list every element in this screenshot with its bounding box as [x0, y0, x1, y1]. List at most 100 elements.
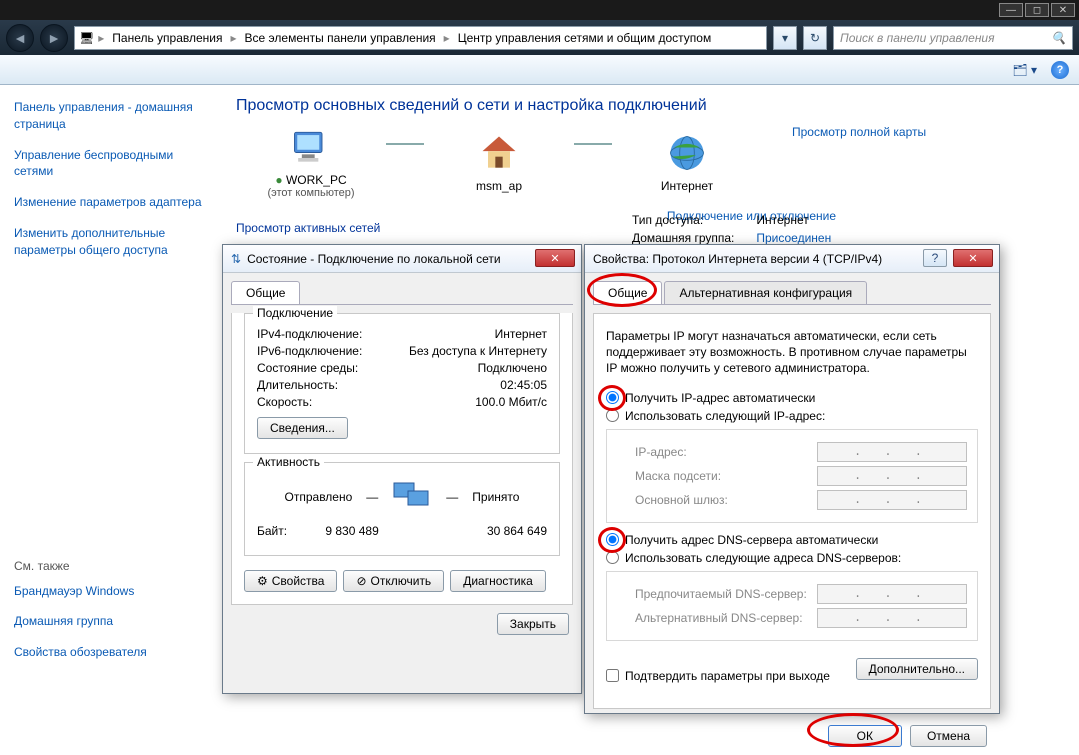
- see-also-firewall[interactable]: Брандмауэр Windows: [14, 583, 204, 600]
- forward-button[interactable]: ►: [40, 24, 68, 52]
- house-icon: [477, 131, 521, 175]
- organize-icon[interactable]: 🗂 ▾: [1012, 63, 1037, 77]
- tab-general[interactable]: Общие: [231, 281, 300, 304]
- node-label: WORK_PC: [286, 173, 347, 187]
- media-value: Подключено: [478, 361, 547, 375]
- see-also-homegroup[interactable]: Домашняя группа: [14, 613, 204, 630]
- sidebar-link-sharing[interactable]: Изменить дополнительные параметры общего…: [14, 225, 204, 259]
- gw-label: Основной шлюз:: [635, 493, 728, 507]
- dialog-tabs: Общие: [231, 281, 573, 305]
- radio-input[interactable]: [606, 409, 619, 422]
- address-bar: ◄ ► 🖥 ▸ Панель управления ▸ Все элементы…: [0, 20, 1079, 55]
- ok-button[interactable]: ОК: [828, 725, 902, 747]
- access-type-label: Тип доступа:: [622, 212, 744, 228]
- control-panel-icon: 🖥: [79, 31, 94, 45]
- sidebar-link-adapter[interactable]: Изменение параметров адаптера: [14, 194, 204, 211]
- node-router[interactable]: msm_ap: [424, 131, 574, 193]
- dash-icon: —: [366, 490, 378, 504]
- gateway-input: . . .: [817, 490, 967, 510]
- ipv4-value: Интернет: [495, 327, 547, 341]
- status-dialog: ⇅ Состояние - Подключение по локальной с…: [222, 244, 582, 694]
- search-input[interactable]: Поиск в панели управления 🔍: [833, 26, 1073, 50]
- view-full-map-link[interactable]: Просмотр полной карты: [792, 125, 926, 139]
- dialog-help-button[interactable]: ?: [923, 249, 947, 267]
- dns2-input: . . .: [817, 608, 967, 628]
- maximize-button[interactable]: ◻: [1025, 3, 1049, 17]
- sidebar-link-wireless[interactable]: Управление беспроводными сетями: [14, 147, 204, 181]
- radio-dns-manual[interactable]: Использовать следующие адреса DNS-сервер…: [606, 551, 978, 565]
- details-button[interactable]: Сведения...: [257, 417, 348, 439]
- help-button[interactable]: ?: [1051, 61, 1069, 79]
- dialog-close-button[interactable]: ✕: [953, 249, 993, 267]
- globe-small-icon: ●: [275, 173, 282, 187]
- globe-icon: [665, 131, 709, 175]
- monitors-icon: [392, 479, 432, 514]
- tab-general[interactable]: Общие: [593, 281, 662, 304]
- active-networks-label: Просмотр активных сетей: [236, 221, 380, 235]
- info-text: Параметры IP могут назначаться автоматич…: [606, 328, 978, 377]
- checkbox-input[interactable]: [606, 669, 619, 682]
- radio-input[interactable]: [606, 551, 619, 564]
- ip-label: IP-адрес:: [635, 445, 687, 459]
- dialog-title: Состояние - Подключение по локальной сет…: [247, 252, 501, 266]
- dialog-close-button[interactable]: ✕: [535, 249, 575, 267]
- breadcrumb[interactable]: 🖥 ▸ Панель управления ▸ Все элементы пан…: [74, 26, 767, 50]
- radio-dns-auto[interactable]: Получить адрес DNS-сервера автоматически: [606, 533, 978, 547]
- close-dialog-button[interactable]: Закрыть: [497, 613, 569, 635]
- dropdown-icon[interactable]: ▾: [773, 26, 797, 50]
- checkbox-label: Подтвердить параметры при выходе: [625, 669, 830, 683]
- speed-value: 100.0 Мбит/c: [475, 395, 547, 409]
- crumb-all-items[interactable]: Все элементы панели управления: [241, 31, 440, 45]
- ipv6-value: Без доступа к Интернету: [409, 344, 547, 358]
- network-map: ● WORK_PC (этот компьютер) msm_ap Интерн…: [236, 125, 762, 199]
- mask-input: . . .: [817, 466, 967, 486]
- cancel-button[interactable]: Отмена: [910, 725, 987, 747]
- toolbar: 🗂 ▾ ?: [0, 55, 1079, 85]
- properties-button[interactable]: ⚙Свойства: [244, 570, 337, 592]
- ipv6-label: IPv6-подключение:: [257, 344, 362, 358]
- dns1-label: Предпочитаемый DNS-сервер:: [635, 587, 807, 601]
- search-placeholder: Поиск в панели управления: [840, 31, 995, 45]
- radio-input[interactable]: [606, 533, 619, 546]
- disable-button[interactable]: ⊘Отключить: [343, 570, 444, 592]
- see-also-internet-options[interactable]: Свойства обозревателя: [14, 644, 204, 661]
- validate-checkbox[interactable]: Подтвердить параметры при выходе: [606, 669, 830, 683]
- node-internet[interactable]: Интернет: [612, 131, 762, 193]
- node-label: msm_ap: [476, 179, 522, 193]
- refresh-button[interactable]: ↻: [803, 26, 827, 50]
- dialog-titlebar[interactable]: Свойства: Протокол Интернета версии 4 (T…: [585, 245, 999, 273]
- crumb-network-center[interactable]: Центр управления сетями и общим доступом: [454, 31, 716, 45]
- radio-input[interactable]: [606, 391, 619, 404]
- sidebar: Панель управления - домашняя страница Уп…: [0, 85, 218, 739]
- diagnose-button[interactable]: Диагностика: [450, 570, 546, 592]
- crumb-control-panel[interactable]: Панель управления: [108, 31, 226, 45]
- duration-value: 02:45:05: [500, 378, 547, 392]
- sidebar-home-link[interactable]: Панель управления - домашняя страница: [14, 99, 204, 133]
- minimize-button[interactable]: —: [999, 3, 1023, 17]
- dns2-label: Альтернативный DNS-сервер:: [635, 611, 803, 625]
- radio-ip-manual[interactable]: Использовать следующий IP-адрес:: [606, 409, 978, 423]
- access-type-value: Интернет: [746, 212, 841, 228]
- sent-bytes: 9 830 489: [287, 524, 417, 538]
- radio-label: Получить IP-адрес автоматически: [625, 391, 815, 405]
- back-button[interactable]: ◄: [6, 24, 34, 52]
- chevron-right-icon: ▸: [444, 31, 450, 45]
- dialog-titlebar[interactable]: ⇅ Состояние - Подключение по локальной с…: [223, 245, 581, 273]
- activity-group: Активность Отправлено — — Принято Байт: …: [244, 462, 560, 556]
- tab-alt-config[interactable]: Альтернативная конфигурация: [664, 281, 867, 304]
- close-button[interactable]: ✕: [1051, 3, 1075, 17]
- radio-label: Использовать следующий IP-адрес:: [625, 409, 825, 423]
- group-legend: Подключение: [253, 306, 337, 320]
- advanced-button[interactable]: Дополнительно...: [856, 658, 978, 680]
- received-label: Принято: [472, 490, 519, 504]
- radio-ip-auto[interactable]: Получить IP-адрес автоматически: [606, 391, 978, 405]
- media-label: Состояние среды:: [257, 361, 358, 375]
- window-titlebar: — ◻ ✕: [0, 0, 1079, 20]
- computer-icon: [289, 125, 333, 169]
- dialog-tabs: Общие Альтернативная конфигурация: [593, 281, 991, 305]
- group-legend: Активность: [253, 455, 324, 469]
- speed-label: Скорость:: [257, 395, 312, 409]
- dialog-title: Свойства: Протокол Интернета версии 4 (T…: [593, 252, 882, 266]
- dash-icon: —: [446, 490, 458, 504]
- node-this-pc[interactable]: ● WORK_PC (этот компьютер): [236, 125, 386, 199]
